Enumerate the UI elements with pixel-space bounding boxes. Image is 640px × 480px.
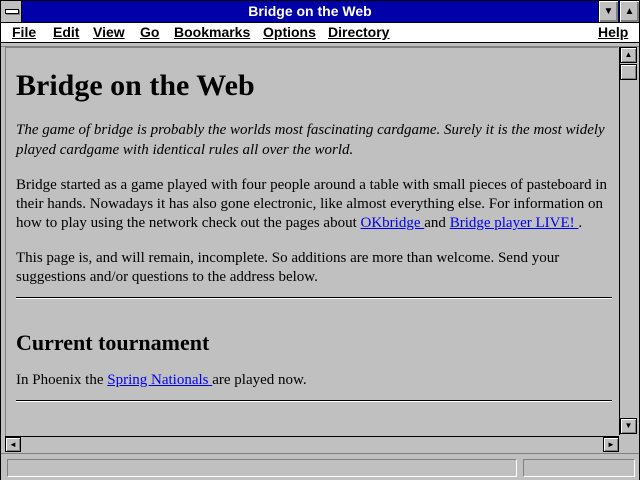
menu-help[interactable]: Help	[598, 24, 628, 41]
link-spring-nationals[interactable]: Spring Nationals	[107, 372, 212, 388]
menu-bar: File Edit View Go Bookmarks Options Dire…	[1, 23, 639, 43]
paragraph-incomplete: This page is, and will remain, incomplet…	[16, 250, 560, 285]
vertical-scroll-thumb[interactable]	[620, 64, 637, 80]
horizontal-scrollbar[interactable]: ◄ ►	[5, 436, 619, 453]
section-heading-current-tournament: Current tournament	[16, 330, 210, 355]
link-bridge-player-live[interactable]: Bridge player LIVE!	[450, 215, 579, 231]
minimize-button[interactable]: ▼	[598, 1, 618, 22]
menu-bookmarks[interactable]: Bookmarks	[174, 24, 250, 41]
status-bar	[1, 453, 639, 480]
vertical-scrollbar[interactable]: ▲ ▼	[619, 47, 638, 435]
paragraph-tournament: In Phoenix the Spring Nationals are play…	[16, 372, 307, 388]
divider	[16, 297, 612, 299]
divider	[16, 400, 612, 402]
page-content: Bridge on the Web The game of bridge is …	[5, 47, 618, 436]
maximize-button[interactable]: ▲	[619, 1, 639, 22]
status-text	[7, 459, 517, 477]
browser-window: Bridge on the Web ▼ ▲ File Edit View Go …	[0, 0, 640, 480]
menu-file[interactable]: File	[12, 24, 36, 41]
menu-edit[interactable]: Edit	[53, 24, 79, 41]
menu-view[interactable]: View	[93, 24, 125, 41]
scroll-down-icon[interactable]: ▼	[620, 418, 637, 434]
intro-text: The game of bridge is probably the world…	[16, 122, 605, 158]
title-bar[interactable]: Bridge on the Web ▼ ▲	[1, 1, 639, 23]
window-title: Bridge on the Web	[248, 3, 372, 19]
menu-options[interactable]: Options	[263, 24, 316, 41]
scroll-up-icon[interactable]: ▲	[620, 47, 637, 63]
paragraph-networking: Bridge started as a game played with fou…	[16, 177, 608, 231]
system-menu-icon[interactable]	[1, 1, 22, 22]
progress-indicator	[523, 459, 635, 477]
menu-go[interactable]: Go	[140, 24, 159, 41]
scroll-left-icon[interactable]: ◄	[5, 437, 21, 452]
link-okbridge[interactable]: OKbridge	[361, 215, 425, 231]
menu-directory[interactable]: Directory	[328, 24, 389, 41]
vertical-scroll-track[interactable]	[620, 81, 637, 418]
page-heading: Bridge on the Web	[16, 69, 255, 102]
scroll-right-icon[interactable]: ►	[603, 437, 619, 452]
